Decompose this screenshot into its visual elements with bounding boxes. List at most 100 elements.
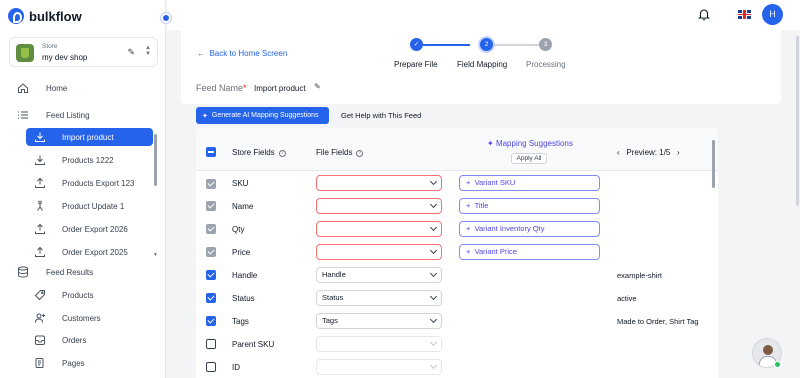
database-icon <box>17 266 29 278</box>
field-mapping-table: Store Fields i File Fields i ✦ Mapping Sug… <box>196 128 718 378</box>
topbar: H <box>167 0 800 30</box>
row-checkbox <box>206 224 216 234</box>
required-asterisk: * <box>243 83 247 93</box>
get-help-link[interactable]: Get Help with This Feed <box>341 111 421 120</box>
row-checkbox[interactable] <box>206 362 216 372</box>
sidebar-item-label: Products Export 123 <box>62 178 135 188</box>
sidebar-item-label: Products <box>62 290 94 300</box>
home-icon <box>17 82 29 94</box>
sidebar-item-label: Customers <box>62 313 101 323</box>
back-to-home-link[interactable]: ← Back to Home Screen <box>197 49 287 58</box>
page-scrollbar[interactable] <box>796 36 799 206</box>
file-field-select[interactable]: Handle <box>316 267 442 283</box>
sidebar-item-label: Products 1222 <box>62 155 114 165</box>
mapping-suggestion-chip[interactable]: + Variant Inventory Qty <box>459 221 600 237</box>
store-field-name: Price <box>232 248 251 257</box>
progress-stepper: ✓ 2 3 Prepare File Field Mapping Process… <box>386 38 576 78</box>
sparkle-icon: ✦ <box>487 139 496 148</box>
store-field-name: SKU <box>232 179 249 188</box>
generate-ai-mapping-button[interactable]: ✦ Generate AI Mapping Suggestions <box>196 107 329 124</box>
file-field-select[interactable]: Tags <box>316 313 442 329</box>
app-logo[interactable]: bulkflow <box>8 8 82 24</box>
feed-header-card: ← Back to Home Screen ✓ 2 3 Prepare File… <box>181 30 781 104</box>
sidebar-item-customers[interactable]: Customers <box>0 308 166 328</box>
sidebar: bulkflow Store my dev shop ✎ ▲ ▼ Home Fee… <box>0 0 166 378</box>
sidebar-item-products-1222[interactable]: Products 1222 <box>0 150 166 170</box>
chevron-down-icon <box>429 246 438 255</box>
apply-all-button[interactable]: Apply All <box>511 153 547 164</box>
mapping-suggestion-chip[interactable]: + Title <box>459 198 600 214</box>
upload-icon <box>34 177 46 189</box>
row-checkbox <box>206 201 216 211</box>
row-checkbox[interactable] <box>206 293 216 303</box>
chevron-down-icon <box>429 177 438 186</box>
sidebar-collapse-toggle[interactable] <box>161 13 171 23</box>
step-1-check-icon: ✓ <box>410 38 423 51</box>
tag-icon <box>34 289 46 301</box>
store-fields-header: Store Fields i <box>232 148 286 157</box>
step-2-number: 2 <box>480 38 493 51</box>
sidebar-item-home[interactable]: Home <box>0 78 166 98</box>
sidebar-section-label: Feed Listing <box>46 110 90 120</box>
chevron-left-icon[interactable]: ‹ <box>617 148 620 157</box>
sidebar-item-products[interactable]: Products <box>0 285 166 305</box>
feed-name-value[interactable]: Import product <box>254 84 306 93</box>
store-field-name: Qty <box>232 225 245 234</box>
file-field-select[interactable] <box>316 198 442 214</box>
uk-flag-icon[interactable] <box>738 10 751 19</box>
file-field-select[interactable]: Status <box>316 290 442 306</box>
bell-icon[interactable] <box>697 7 711 23</box>
mapping-suggestions-header: ✦ Mapping Suggestions <box>487 139 573 148</box>
edit-feed-name-icon[interactable]: ✎ <box>314 82 321 91</box>
sidebar-scrollbar[interactable] <box>154 134 157 186</box>
sidebar-item-pages[interactable]: Pages <box>0 353 166 373</box>
file-field-select[interactable] <box>316 175 442 191</box>
edit-store-icon[interactable]: ✎ <box>127 47 135 58</box>
table-scrollbar[interactable] <box>712 140 715 188</box>
back-link-label: Back to Home Screen <box>209 49 288 58</box>
bulkflow-logo-icon <box>8 8 24 24</box>
store-field-name: Name <box>232 202 254 211</box>
row-checkbox[interactable] <box>206 316 216 326</box>
chevron-down-icon <box>429 338 438 347</box>
chevron-down-icon <box>429 315 438 324</box>
file-field-select[interactable] <box>316 221 442 237</box>
sidebar-section-feed-listing[interactable]: Feed Listing <box>0 105 166 125</box>
row-checkbox[interactable] <box>206 339 216 349</box>
app-name: bulkflow <box>29 8 82 24</box>
sidebar-item-order-export-2026[interactable]: Order Export 2026 <box>0 219 166 239</box>
sidebar-item-label: Order Export 2025 <box>62 247 128 257</box>
row-checkbox <box>206 179 216 189</box>
scroll-down-icon[interactable]: ▼ <box>153 252 158 258</box>
chevron-updown-icon[interactable]: ▲ ▼ <box>145 45 151 57</box>
file-field-select[interactable] <box>316 336 442 352</box>
sidebar-item-orders[interactable]: Orders <box>0 330 166 350</box>
chevron-right-icon[interactable]: › <box>677 148 680 157</box>
file-field-select[interactable] <box>316 359 442 375</box>
file-fields-header: File Fields i <box>316 148 364 157</box>
sidebar-item-product-update-1[interactable]: Product Update 1 <box>0 196 166 216</box>
preview-value: example-shirt <box>617 271 663 280</box>
sidebar-item-import-product[interactable]: Import product <box>0 127 166 147</box>
store-field-name: Parent SKU <box>232 340 275 349</box>
file-field-select[interactable] <box>316 244 442 260</box>
mapping-suggestion-chip[interactable]: + Variant Price <box>459 244 600 260</box>
store-selector[interactable]: Store my dev shop ✎ ▲ ▼ <box>9 37 158 67</box>
download-icon <box>34 154 46 166</box>
arrow-left-icon: ← <box>197 49 205 58</box>
preview-value: active <box>617 294 637 303</box>
sidebar-item-label: Home <box>46 83 68 93</box>
mapping-suggestion-chip[interactable]: + Variant SKU <box>459 175 600 191</box>
sidebar-section-feed-results[interactable]: Feed Results <box>0 262 166 282</box>
sidebar-item-order-export-2025[interactable]: Order Export 2025 <box>0 242 166 262</box>
select-all-checkbox[interactable] <box>206 147 216 157</box>
sparkle-icon: ✦ <box>202 112 208 120</box>
user-avatar[interactable]: H <box>762 4 783 25</box>
row-checkbox[interactable] <box>206 270 216 280</box>
inbox-icon <box>34 334 46 346</box>
shopify-icon <box>16 44 34 62</box>
store-field-name: Handle <box>232 271 258 280</box>
pages-icon <box>34 357 46 369</box>
sidebar-item-products-export-123[interactable]: Products Export 123 <box>0 173 166 193</box>
download-icon <box>34 131 46 143</box>
